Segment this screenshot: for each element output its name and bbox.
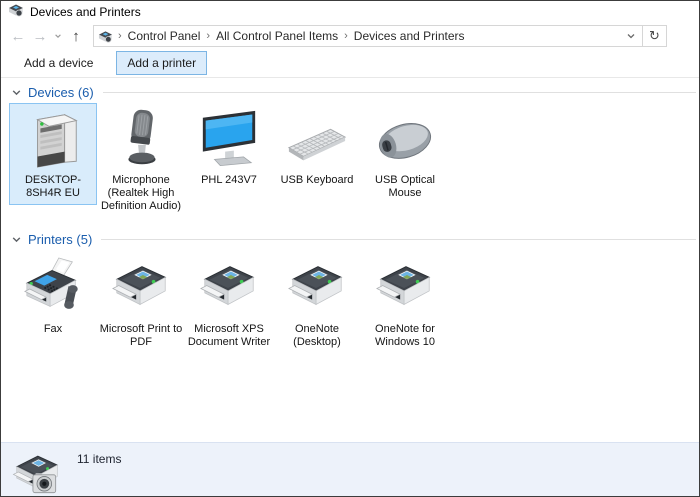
devices-and-printers-window: Devices and Printers ← → ↑ › (0, 0, 700, 497)
device-item-label: USB Optical Mouse (363, 174, 447, 200)
printer-item-xps-writer[interactable]: Microsoft XPS Document Writer (185, 252, 273, 354)
up-icon: ↑ (72, 28, 80, 45)
address-bar[interactable]: › Control Panel › All Control Panel Item… (93, 25, 667, 47)
printer-item-onenote-desktop[interactable]: OneNote (Desktop) (273, 252, 361, 354)
device-item-label: Microphone (Realtek High Definition Audi… (99, 174, 183, 213)
breadcrumb-chevron[interactable]: › (203, 30, 213, 42)
breadcrumb-item-control-panel[interactable]: Control Panel (125, 29, 204, 43)
items-count: 11 items (77, 452, 121, 466)
back-icon: ← (11, 28, 26, 45)
refresh-icon: ↻ (649, 28, 660, 44)
device-item-mouse[interactable]: USB Optical Mouse (361, 103, 449, 205)
printer-item-print-to-pdf[interactable]: Microsoft Print to PDF (97, 252, 185, 354)
device-item-label: DESKTOP-8SH4R EU (11, 174, 95, 200)
device-item-monitor[interactable]: PHL 243V7 (185, 103, 273, 192)
printer-icon (373, 256, 437, 320)
printer-item-label: OneNote for Windows 10 (363, 323, 447, 349)
add-printer-button[interactable]: Add a printer (116, 51, 207, 75)
add-device-button[interactable]: Add a device (13, 51, 104, 75)
content-area: Devices (6) (1, 83, 699, 447)
devices-and-printers-category-icon (11, 448, 63, 496)
up-button[interactable]: ↑ (65, 25, 87, 47)
mouse-icon (373, 107, 437, 171)
printer-item-label: Microsoft Print to PDF (99, 323, 183, 349)
navigation-bar: ← → ↑ › Control Panel › A (1, 23, 699, 49)
printer-icon (197, 256, 261, 320)
refresh-button[interactable]: ↻ (642, 26, 666, 46)
chevron-down-icon (626, 31, 636, 41)
command-toolbar: Add a device Add a printer (1, 49, 699, 78)
devices-section-header: Devices (6) (1, 83, 699, 101)
device-item-keyboard[interactable]: USB Keyboard (273, 103, 361, 192)
address-dropdown-button[interactable] (620, 26, 642, 46)
printer-item-label: OneNote (Desktop) (275, 323, 359, 349)
printers-grid: Fax (1, 252, 699, 354)
devices-grid: DESKTOP-8SH4R EU (1, 103, 699, 218)
printer-item-label: Microsoft XPS Document Writer (187, 323, 271, 349)
keyboard-icon (285, 107, 349, 171)
printer-icon (285, 256, 349, 320)
section-divider (101, 239, 696, 240)
printer-item-label: Fax (44, 323, 62, 336)
printer-item-onenote-win10[interactable]: OneNote for Windows 10 (361, 252, 449, 354)
collapse-chevron-icon[interactable] (11, 234, 22, 245)
details-pane: 11 items (1, 442, 699, 496)
app-icon (8, 2, 24, 23)
device-item-microphone[interactable]: Microphone (Realtek High Definition Audi… (97, 103, 185, 218)
fax-icon (21, 256, 85, 320)
printer-item-fax[interactable]: Fax (9, 252, 97, 341)
devices-section-title: Devices (6) (28, 85, 94, 100)
title-bar: Devices and Printers (1, 1, 699, 23)
breadcrumb-chevron[interactable]: › (115, 30, 125, 42)
microphone-icon (109, 107, 173, 171)
section-divider (103, 92, 696, 93)
device-item-desktop[interactable]: DESKTOP-8SH4R EU (9, 103, 97, 205)
forward-icon: → (33, 28, 48, 45)
printer-icon (109, 256, 173, 320)
collapse-chevron-icon[interactable] (11, 87, 22, 98)
device-item-label: USB Keyboard (281, 174, 354, 187)
forward-button[interactable]: → (29, 25, 51, 47)
recent-locations-dropdown[interactable] (51, 25, 65, 47)
printers-section-title: Printers (5) (28, 232, 92, 247)
back-button[interactable]: ← (7, 25, 29, 47)
monitor-icon (197, 107, 261, 171)
computer-tower-icon (21, 107, 85, 171)
printers-section-header: Printers (5) (1, 230, 699, 248)
address-location-icon (98, 29, 113, 44)
breadcrumb-item-devices-and-printers[interactable]: Devices and Printers (351, 29, 468, 43)
breadcrumb: › Control Panel › All Control Panel Item… (94, 26, 620, 46)
device-item-label: PHL 243V7 (201, 174, 257, 187)
breadcrumb-item-all-control-panel-items[interactable]: All Control Panel Items (213, 29, 341, 43)
window-title: Devices and Printers (30, 5, 141, 19)
breadcrumb-chevron[interactable]: › (341, 30, 351, 42)
chevron-down-icon (54, 32, 62, 40)
